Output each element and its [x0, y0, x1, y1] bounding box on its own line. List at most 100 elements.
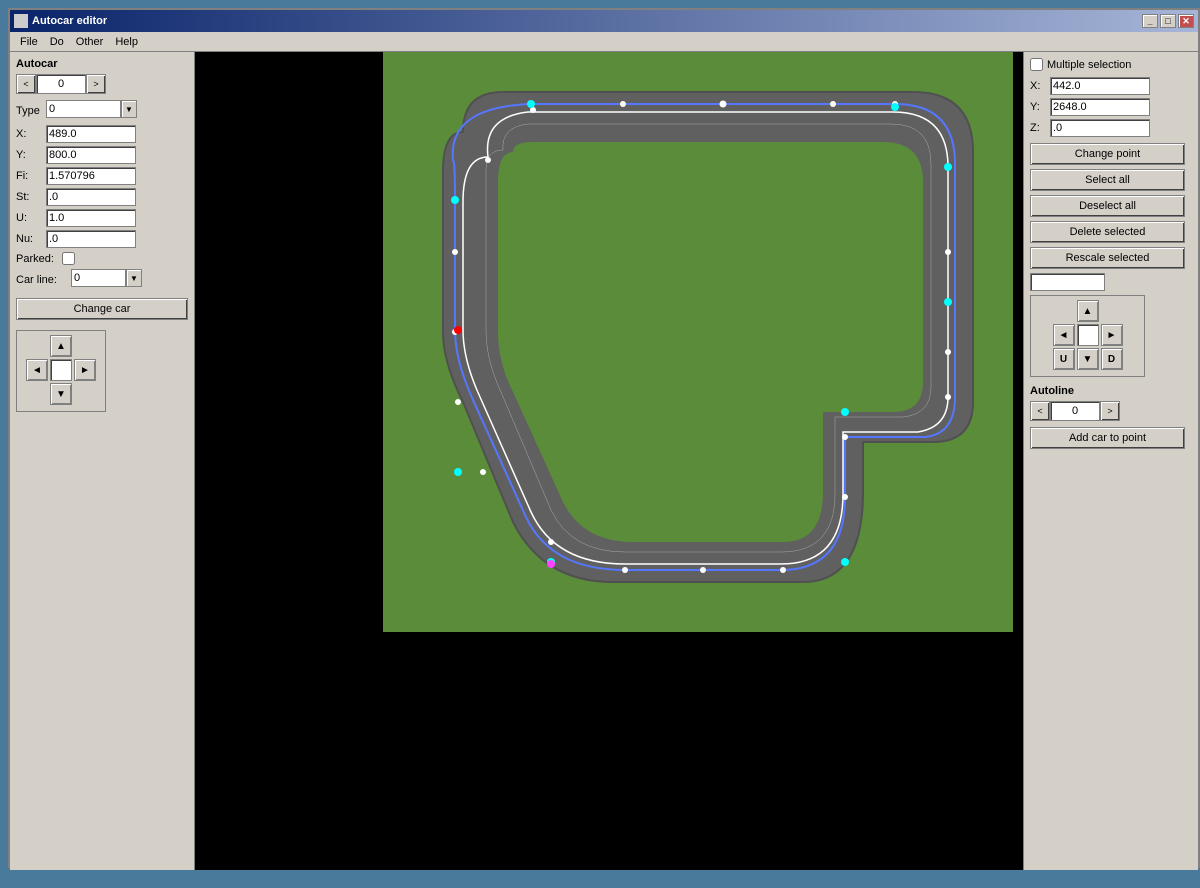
right-x-input[interactable] [1050, 77, 1150, 95]
st-label: St: [16, 191, 46, 203]
st-input[interactable] [46, 188, 136, 206]
autoline-title: Autoline [1030, 385, 1192, 397]
right-move-left-button[interactable]: ◄ [1053, 324, 1075, 346]
close-button[interactable]: ✕ [1178, 14, 1194, 28]
right-z-row: Z: [1030, 119, 1192, 137]
fi-label: Fi: [16, 170, 46, 182]
nu-label: Nu: [16, 233, 46, 245]
autocar-spinner: < > [16, 74, 188, 94]
right-panel: Multiple selection X: Y: Z: Change point… [1023, 52, 1198, 870]
rescale-value-input[interactable] [1030, 273, 1105, 291]
move-left-button[interactable]: ◄ [26, 359, 48, 381]
change-car-button[interactable]: Change car [16, 298, 188, 320]
x-row: X: [16, 125, 188, 143]
d-function-button[interactable]: D [1101, 348, 1123, 370]
y-label: Y: [16, 149, 46, 161]
autocar-value-input[interactable] [36, 74, 86, 94]
y-input[interactable] [46, 146, 136, 164]
right-move-up-button[interactable]: ▲ [1077, 300, 1099, 322]
type-label: Type [16, 105, 46, 117]
autocar-next-button[interactable]: > [86, 74, 106, 94]
rescale-selected-button[interactable]: Rescale selected [1030, 247, 1185, 269]
u-row: U: [16, 209, 188, 227]
x-label: X: [16, 128, 46, 140]
autoline-section: Autoline < > Add car to point [1030, 385, 1192, 453]
move-right-button[interactable]: ► [74, 359, 96, 381]
right-x-label: X: [1030, 80, 1050, 92]
autocar-prev-button[interactable]: < [16, 74, 36, 94]
st-row: St: [16, 188, 188, 206]
arrow-bot-row: ▼ [21, 383, 101, 405]
window-title: Autocar editor [32, 15, 107, 27]
move-down-button[interactable]: ▼ [50, 383, 72, 405]
right-move-down-button[interactable]: ▼ [1077, 348, 1099, 370]
minimize-button[interactable]: _ [1142, 14, 1158, 28]
type-row: Type ▼ [16, 100, 188, 122]
right-arrow-top: ▲ [1035, 300, 1140, 322]
change-point-button[interactable]: Change point [1030, 143, 1185, 165]
move-up-button[interactable]: ▲ [50, 335, 72, 357]
fi-row: Fi: [16, 167, 188, 185]
menu-do[interactable]: Do [44, 34, 70, 50]
type-dropdown-btn[interactable]: ▼ [121, 100, 137, 118]
arrow-mid-row: ◄ ► [21, 359, 101, 381]
autoline-prev-button[interactable]: < [1030, 401, 1050, 421]
canvas-area[interactable] [195, 52, 1023, 870]
right-move-right-button[interactable]: ► [1101, 324, 1123, 346]
autoline-value-input[interactable] [1050, 401, 1100, 421]
u-function-button[interactable]: U [1053, 348, 1075, 370]
autoline-next-button[interactable]: > [1100, 401, 1120, 421]
app-icon [14, 14, 28, 28]
main-content: Autocar < > Type ▼ X: Y: [10, 52, 1198, 870]
multiple-selection-label: Multiple selection [1047, 59, 1131, 71]
menu-other[interactable]: Other [70, 34, 110, 50]
arrow-top-row: ▲ [21, 335, 101, 357]
u-label: U: [16, 212, 46, 224]
menu-file[interactable]: File [14, 34, 44, 50]
nu-input[interactable] [46, 230, 136, 248]
deselect-all-button[interactable]: Deselect all [1030, 195, 1185, 217]
add-car-to-point-button[interactable]: Add car to point [1030, 427, 1185, 449]
autoline-spinner: < > [1030, 401, 1192, 421]
left-arrow-pad: ▲ ◄ ► ▼ [16, 330, 106, 412]
title-bar: Autocar editor _ □ ✕ [10, 10, 1198, 32]
car-line-dropdown-btn[interactable]: ▼ [126, 269, 142, 287]
parked-row: Parked: [16, 252, 188, 265]
delete-selected-button[interactable]: Delete selected [1030, 221, 1185, 243]
right-arrow-bot: U ▼ D [1035, 348, 1140, 370]
arrow-center [50, 359, 72, 381]
right-x-row: X: [1030, 77, 1192, 95]
car-line-row: Car line: ▼ [16, 269, 188, 291]
car-line-dropdown: ▼ [71, 269, 142, 287]
parked-checkbox[interactable] [62, 252, 75, 265]
right-y-row: Y: [1030, 98, 1192, 116]
track-view[interactable] [383, 52, 1013, 632]
left-panel: Autocar < > Type ▼ X: Y: [10, 52, 195, 870]
parked-label: Parked: [16, 253, 54, 265]
nu-row: Nu: [16, 230, 188, 248]
right-arrow-pad: ▲ ◄ ► U ▼ D [1030, 295, 1145, 377]
fi-input[interactable] [46, 167, 136, 185]
type-dropdown: ▼ [46, 100, 137, 118]
car-line-input[interactable] [71, 269, 126, 287]
right-z-input[interactable] [1050, 119, 1150, 137]
right-z-label: Z: [1030, 122, 1050, 134]
x-input[interactable] [46, 125, 136, 143]
right-arrow-mid: ◄ ► [1035, 324, 1140, 346]
main-window: Autocar editor _ □ ✕ File Do Other Help … [8, 8, 1200, 868]
u-input[interactable] [46, 209, 136, 227]
type-input[interactable] [46, 100, 121, 118]
y-row: Y: [16, 146, 188, 164]
right-arrow-center [1077, 324, 1099, 346]
window-controls: _ □ ✕ [1142, 14, 1194, 28]
multiple-selection-checkbox[interactable] [1030, 58, 1043, 71]
right-y-label: Y: [1030, 101, 1050, 113]
multiple-selection-row: Multiple selection [1030, 58, 1192, 71]
maximize-button[interactable]: □ [1160, 14, 1176, 28]
menu-help[interactable]: Help [109, 34, 144, 50]
menu-bar: File Do Other Help [10, 32, 1198, 52]
right-y-input[interactable] [1050, 98, 1150, 116]
select-all-button[interactable]: Select all [1030, 169, 1185, 191]
car-line-label: Car line: [16, 274, 71, 286]
autocar-title: Autocar [16, 58, 188, 70]
